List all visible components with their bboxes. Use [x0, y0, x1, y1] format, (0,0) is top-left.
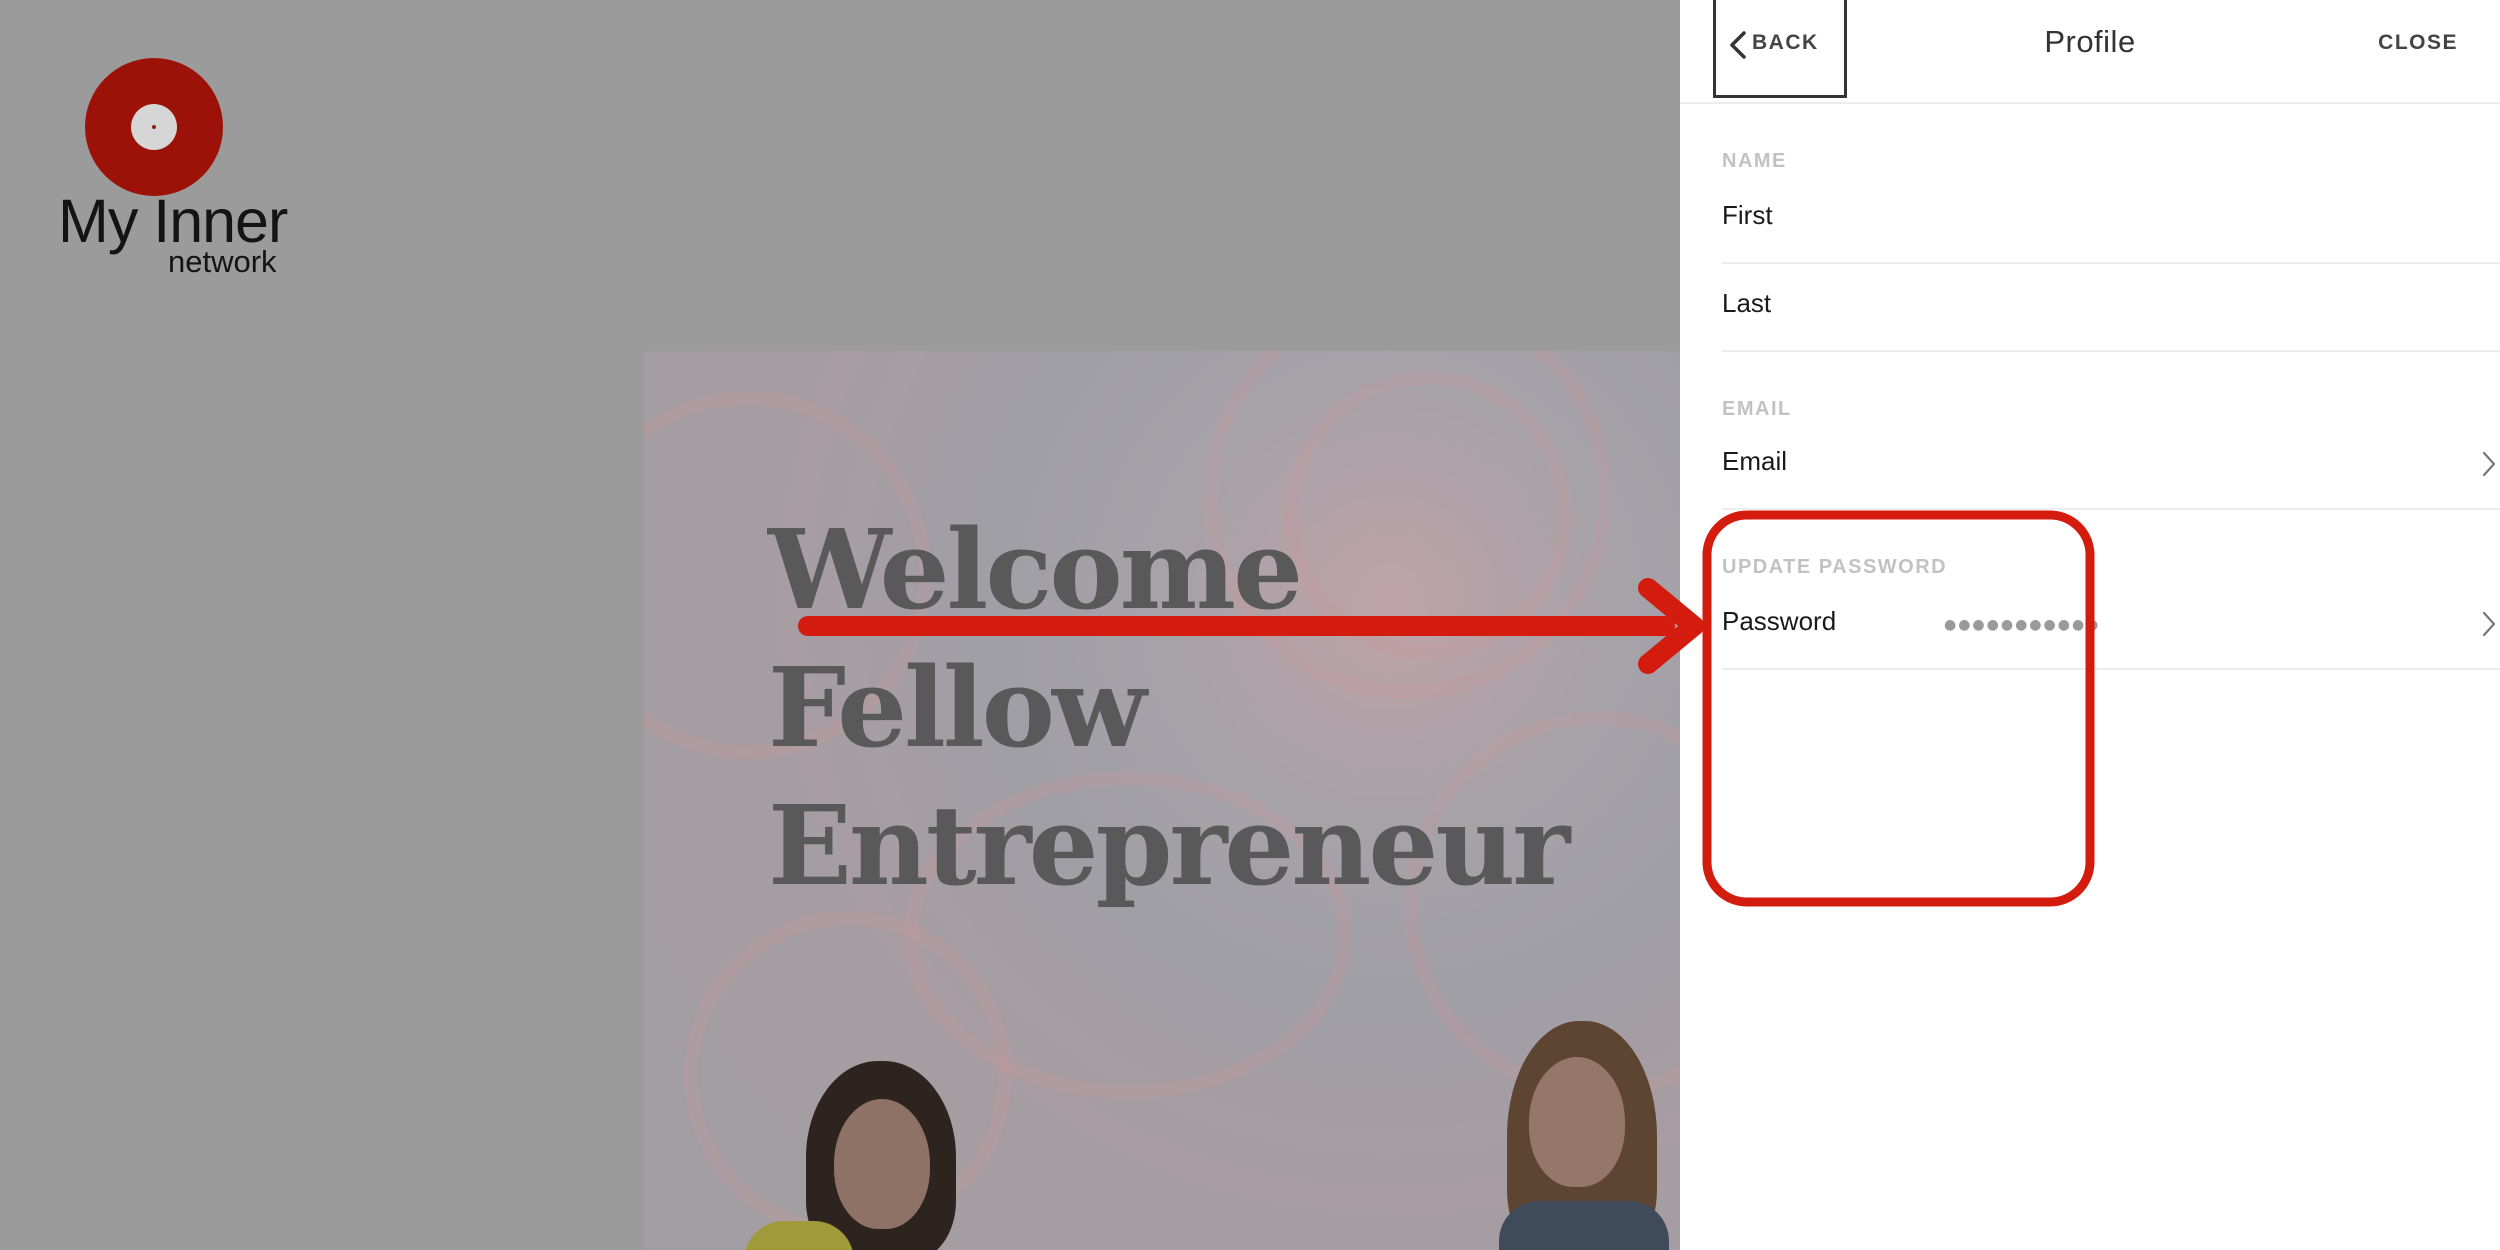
password-row[interactable]: Password ●●●●●●●●●●● — [1722, 580, 2500, 670]
logo-title: My Inner — [58, 187, 288, 255]
chevron-right-icon — [2482, 451, 2496, 477]
last-name-label: Last — [1722, 288, 1772, 318]
update-password-section-label: UPDATE PASSWORD — [1722, 556, 1948, 578]
profile-panel: BACK Profile CLOSE NAME First Last EMAIL… — [1680, 0, 2500, 1250]
panel-title: Profile — [2044, 24, 2136, 59]
logo-subtitle: network — [168, 244, 277, 279]
close-button[interactable]: CLOSE — [2378, 31, 2458, 55]
password-label: Password — [1722, 606, 1837, 636]
email-label: Email — [1722, 446, 1788, 476]
name-section-label: NAME — [1722, 150, 1787, 172]
email-row[interactable]: Email — [1722, 420, 2500, 510]
panel-header: BACK Profile CLOSE — [1680, 0, 2500, 104]
password-masked-value: ●●●●●●●●●●● — [1944, 617, 2101, 633]
first-name-label: First — [1722, 200, 1773, 230]
dimmed-background-page: My Inner network Welcome Fellow Entrepre… — [0, 0, 1680, 1250]
hero-line-welcome: Welcome — [768, 505, 1303, 634]
site-logo[interactable]: My Inner network — [52, 56, 312, 286]
hero-line-fellow: Fellow — [768, 643, 1147, 772]
photo-person-right — [1489, 1021, 1680, 1250]
photo-person-left — [744, 1061, 1044, 1250]
first-name-field[interactable]: First — [1722, 174, 2500, 264]
chevron-right-icon — [2482, 611, 2496, 637]
logo-disc-icon — [85, 58, 223, 196]
hero-line-entrepreneur: Entrepreneur — [768, 781, 1570, 910]
email-section-label: EMAIL — [1722, 398, 1792, 420]
hero-headline: Welcome Fellow Entrepreneur — [768, 501, 1570, 915]
last-name-field[interactable]: Last — [1722, 262, 2500, 352]
hero-banner: Welcome Fellow Entrepreneur — [644, 351, 1680, 1250]
